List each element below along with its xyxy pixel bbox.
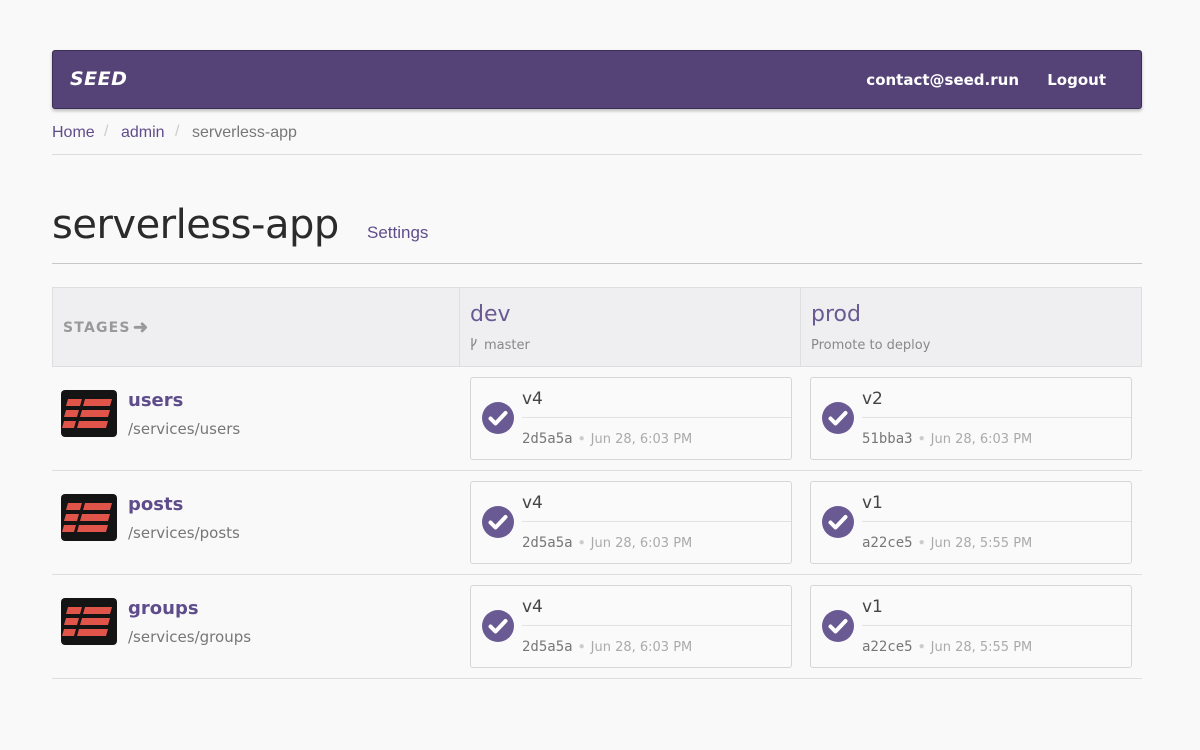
build-card[interactable]: v4 2d5a5a ● Jun 28, 6:03 PM	[470, 377, 792, 460]
card-divider	[522, 521, 791, 522]
build-time: Jun 28, 6:03 PM	[590, 432, 693, 447]
branch-name: master	[484, 338, 530, 353]
settings-link[interactable]: Settings	[367, 223, 428, 243]
branch-icon	[471, 338, 477, 350]
build-meta: 2d5a5a ● Jun 28, 6:03 PM	[522, 638, 692, 655]
service-name[interactable]: groups	[128, 598, 199, 619]
stages-header-row: STAGES ➜ dev master prod Promote to depl…	[52, 287, 1142, 367]
stage-header-dev: dev master	[460, 288, 801, 366]
build-card[interactable]: v4 2d5a5a ● Jun 28, 6:03 PM	[470, 585, 792, 668]
logout-link[interactable]: Logout	[1047, 71, 1106, 89]
commit-sha: a22ce5	[862, 535, 913, 551]
build-version: v1	[862, 597, 883, 617]
dot-separator: ●	[578, 433, 585, 444]
card-divider	[862, 417, 1131, 418]
pipeline-grid: STAGES ➜ dev master prod Promote to depl…	[52, 287, 1142, 679]
arrow-right-icon: ➜	[133, 317, 149, 337]
serverless-icon	[61, 390, 117, 437]
page-title: serverless-app	[52, 202, 339, 248]
build-meta: 2d5a5a ● Jun 28, 6:03 PM	[522, 430, 692, 447]
breadcrumb-org[interactable]: admin	[121, 124, 165, 142]
breadcrumb-separator: /	[175, 123, 180, 140]
dot-separator: ●	[918, 537, 925, 548]
contact-email-link[interactable]: contact@seed.run	[866, 71, 1019, 89]
stage-promote-text: Promote to deploy	[811, 338, 931, 353]
stage-name[interactable]: prod	[811, 302, 861, 327]
breadcrumb-current: serverless-app	[192, 124, 297, 141]
build-time: Jun 28, 5:55 PM	[930, 536, 1033, 551]
stage-name[interactable]: dev	[470, 302, 511, 327]
build-time: Jun 28, 6:03 PM	[930, 432, 1033, 447]
dot-separator: ●	[578, 537, 585, 548]
build-card[interactable]: v2 51bba3 ● Jun 28, 6:03 PM	[810, 377, 1132, 460]
build-time: Jun 28, 5:55 PM	[930, 640, 1033, 655]
card-divider	[522, 417, 791, 418]
build-time: Jun 28, 6:03 PM	[590, 536, 693, 551]
build-meta: 2d5a5a ● Jun 28, 6:03 PM	[522, 534, 692, 551]
dot-separator: ●	[578, 641, 585, 652]
stage-branch: master	[470, 338, 530, 353]
service-path: /services/groups	[128, 628, 252, 646]
build-meta: 51bba3 ● Jun 28, 6:03 PM	[862, 430, 1032, 447]
top-navbar: SEED contact@seed.run Logout	[52, 50, 1142, 109]
dot-separator: ●	[918, 433, 925, 444]
build-meta: a22ce5 ● Jun 28, 5:55 PM	[862, 638, 1032, 655]
serverless-icon	[61, 494, 117, 541]
service-row-users: users /services/users v4 2d5a5a ● Jun 28, …	[52, 367, 1142, 471]
commit-sha: 2d5a5a	[522, 535, 573, 551]
page-header: serverless-app Settings	[52, 200, 1142, 264]
card-divider	[522, 625, 791, 626]
seed-logo[interactable]: SEED	[70, 68, 127, 90]
service-name[interactable]: posts	[128, 494, 183, 515]
card-divider	[862, 625, 1131, 626]
build-card[interactable]: v4 2d5a5a ● Jun 28, 6:03 PM	[470, 481, 792, 564]
commit-sha: 2d5a5a	[522, 431, 573, 447]
breadcrumb: Home / admin / serverless-app	[52, 122, 1142, 155]
service-path: /services/posts	[128, 524, 240, 542]
breadcrumb-home[interactable]: Home	[52, 124, 95, 142]
build-version: v1	[862, 493, 883, 513]
stage-header-prod: prod Promote to deploy	[801, 288, 1141, 366]
commit-sha: 51bba3	[862, 431, 913, 447]
dot-separator: ●	[918, 641, 925, 652]
stages-label: STAGES	[63, 320, 131, 336]
build-meta: a22ce5 ● Jun 28, 5:55 PM	[862, 534, 1032, 551]
service-row-groups: groups /services/groups v4 2d5a5a ● Jun 28…	[52, 575, 1142, 679]
breadcrumb-separator: /	[104, 123, 109, 140]
commit-sha: a22ce5	[862, 639, 913, 655]
card-divider	[862, 521, 1131, 522]
build-version: v4	[522, 597, 543, 617]
service-name[interactable]: users	[128, 390, 183, 411]
commit-sha: 2d5a5a	[522, 639, 573, 655]
build-version: v4	[522, 389, 543, 409]
build-version: v2	[862, 389, 883, 409]
build-card[interactable]: v1 a22ce5 ● Jun 28, 5:55 PM	[810, 481, 1132, 564]
serverless-icon	[61, 598, 117, 645]
service-path: /services/users	[128, 420, 241, 438]
build-card[interactable]: v1 a22ce5 ● Jun 28, 5:55 PM	[810, 585, 1132, 668]
build-time: Jun 28, 6:03 PM	[590, 640, 693, 655]
stages-label-cell: STAGES ➜	[53, 288, 460, 366]
build-version: v4	[522, 493, 543, 513]
service-row-posts: posts /services/posts v4 2d5a5a ● Jun 28, …	[52, 471, 1142, 575]
